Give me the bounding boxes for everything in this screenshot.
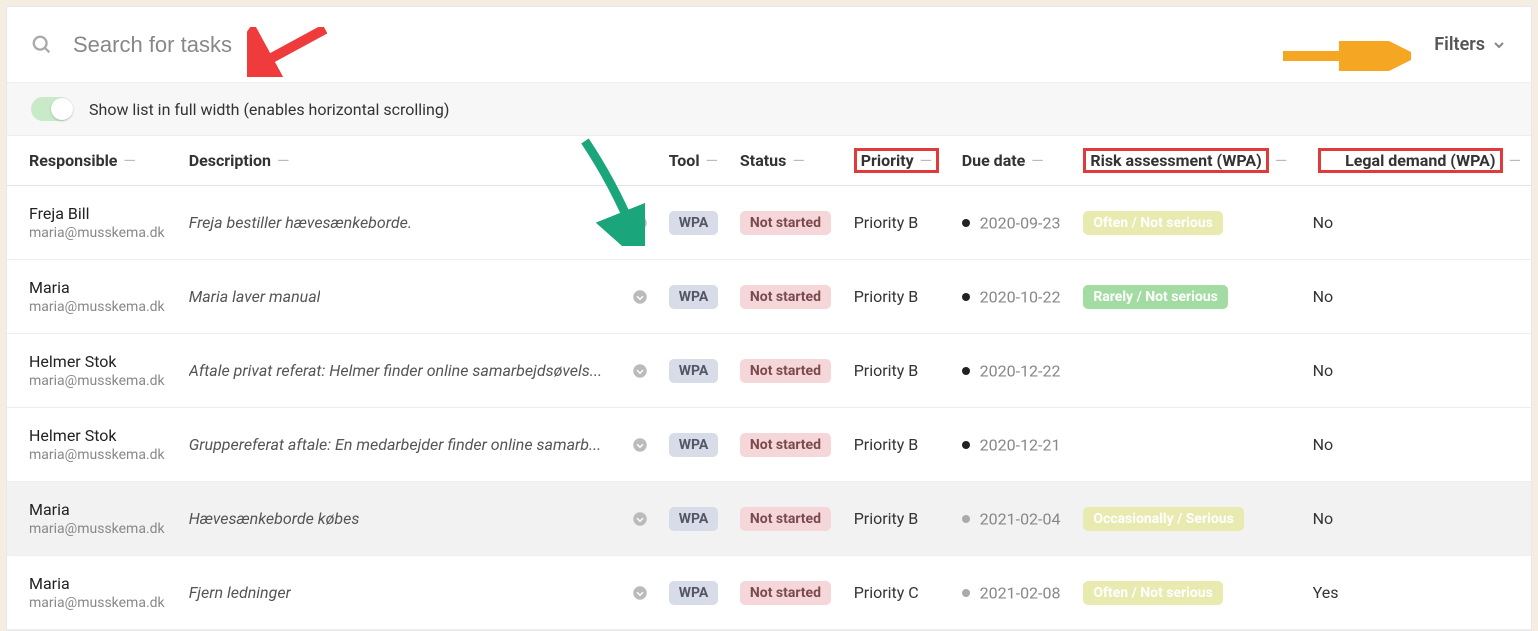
tool-badge: WPA bbox=[669, 581, 719, 605]
due-dot-icon bbox=[962, 441, 970, 449]
toggle-knob bbox=[51, 98, 73, 120]
priority-cell: Priority B bbox=[844, 334, 952, 408]
table-row[interactable]: Helmer Stok maria@musskema.dk Aftale pri… bbox=[7, 334, 1531, 408]
due-date-text: 2020-10-22 bbox=[980, 288, 1061, 307]
due-date-text: 2020-09-23 bbox=[980, 214, 1061, 233]
table-row[interactable]: Helmer Stok maria@musskema.dk Grupperefe… bbox=[7, 408, 1531, 482]
description-text: Aftale privat referat: Helmer finder onl… bbox=[189, 361, 602, 380]
responsible-name: Freja Bill bbox=[29, 204, 169, 223]
tool-badge: WPA bbox=[669, 285, 719, 309]
filters-label: Filters bbox=[1434, 34, 1485, 55]
responsible-name: Helmer Stok bbox=[29, 426, 169, 445]
risk-badge: Often / Not serious bbox=[1083, 211, 1222, 235]
fullwidth-toggle[interactable] bbox=[31, 97, 73, 121]
tool-badge: WPA bbox=[669, 359, 719, 383]
expand-down-icon[interactable] bbox=[631, 436, 649, 454]
responsible-email: maria@musskema.dk bbox=[29, 225, 169, 241]
responsible-name: Maria bbox=[29, 500, 169, 519]
due-dot-icon bbox=[962, 367, 970, 375]
responsible-name: Maria bbox=[29, 574, 169, 593]
responsible-email: maria@musskema.dk bbox=[29, 299, 169, 315]
priority-cell: Priority B bbox=[844, 482, 952, 556]
col-risk[interactable]: Risk assessment (WPA) — bbox=[1073, 136, 1302, 186]
col-responsible[interactable]: Responsible — bbox=[7, 136, 179, 186]
due-dot-icon bbox=[962, 515, 970, 523]
tool-badge: WPA bbox=[669, 507, 719, 531]
search-input[interactable] bbox=[71, 31, 1434, 59]
due-dot-icon bbox=[962, 589, 970, 597]
col-tool[interactable]: Tool — bbox=[659, 136, 730, 186]
expand-down-icon[interactable] bbox=[631, 510, 649, 528]
legal-cell: No bbox=[1303, 186, 1531, 260]
responsible-name: Helmer Stok bbox=[29, 352, 169, 371]
priority-cell: Priority C bbox=[844, 556, 952, 630]
legal-cell: Yes bbox=[1303, 556, 1531, 630]
risk-badge: Occasionally / Serious bbox=[1083, 507, 1243, 531]
description-text: Hævesænkeborde købes bbox=[189, 509, 360, 528]
legal-cell: No bbox=[1303, 408, 1531, 482]
expand-down-icon[interactable] bbox=[631, 214, 649, 232]
responsible-name: Maria bbox=[29, 278, 169, 297]
col-priority[interactable]: Priority — bbox=[844, 136, 952, 186]
due-dot-icon bbox=[962, 293, 970, 301]
priority-cell: Priority B bbox=[844, 408, 952, 482]
col-description[interactable]: Description — bbox=[179, 136, 659, 186]
responsible-email: maria@musskema.dk bbox=[29, 521, 169, 537]
risk-badge: Often / Not serious bbox=[1083, 581, 1222, 605]
due-date-text: 2021-02-08 bbox=[980, 584, 1061, 603]
status-badge: Not started bbox=[740, 433, 831, 457]
col-due-date[interactable]: Due date — bbox=[952, 136, 1074, 186]
expand-down-icon[interactable] bbox=[631, 584, 649, 602]
search-icon bbox=[31, 34, 53, 56]
tasks-table: Responsible — Description — Tool — Statu… bbox=[7, 136, 1531, 630]
status-badge: Not started bbox=[740, 507, 831, 531]
description-text: Freja bestiller hævesænkeborde. bbox=[189, 213, 412, 232]
expand-down-icon[interactable] bbox=[631, 288, 649, 306]
legal-cell: No bbox=[1303, 482, 1531, 556]
col-legal[interactable]: Legal demand (WPA) — bbox=[1303, 136, 1531, 186]
status-badge: Not started bbox=[740, 359, 831, 383]
priority-cell: Priority B bbox=[844, 186, 952, 260]
due-dot-icon bbox=[962, 219, 970, 227]
options-row: Show list in full width (enables horizon… bbox=[7, 83, 1531, 136]
tool-badge: WPA bbox=[669, 433, 719, 457]
status-badge: Not started bbox=[740, 581, 831, 605]
chevron-down-icon bbox=[1491, 37, 1507, 53]
description-text: Maria laver manual bbox=[189, 287, 321, 306]
description-text: Gruppereferat aftale: En medarbejder fin… bbox=[189, 435, 602, 454]
status-badge: Not started bbox=[740, 285, 831, 309]
description-text: Fjern ledninger bbox=[189, 583, 291, 602]
responsible-email: maria@musskema.dk bbox=[29, 447, 169, 463]
table-row[interactable]: Freja Bill maria@musskema.dk Freja besti… bbox=[7, 186, 1531, 260]
status-badge: Not started bbox=[740, 211, 831, 235]
risk-badge: Rarely / Not serious bbox=[1083, 285, 1227, 309]
responsible-email: maria@musskema.dk bbox=[29, 595, 169, 611]
due-date-text: 2020-12-21 bbox=[980, 436, 1061, 455]
expand-down-icon[interactable] bbox=[631, 362, 649, 380]
table-row[interactable]: Maria maria@musskema.dk Hævesænkeborde k… bbox=[7, 482, 1531, 556]
search-row: Filters bbox=[7, 7, 1531, 83]
fullwidth-label: Show list in full width (enables horizon… bbox=[89, 100, 449, 119]
table-row[interactable]: Maria maria@musskema.dk Fjern ledninger … bbox=[7, 556, 1531, 630]
due-date-text: 2020-12-22 bbox=[980, 362, 1061, 381]
legal-cell: No bbox=[1303, 334, 1531, 408]
legal-cell: No bbox=[1303, 260, 1531, 334]
filters-button[interactable]: Filters bbox=[1434, 34, 1507, 55]
due-date-text: 2021-02-04 bbox=[980, 510, 1061, 529]
tool-badge: WPA bbox=[669, 211, 719, 235]
col-status[interactable]: Status — bbox=[730, 136, 844, 186]
responsible-email: maria@musskema.dk bbox=[29, 373, 169, 389]
table-row[interactable]: Maria maria@musskema.dk Maria laver manu… bbox=[7, 260, 1531, 334]
priority-cell: Priority B bbox=[844, 260, 952, 334]
